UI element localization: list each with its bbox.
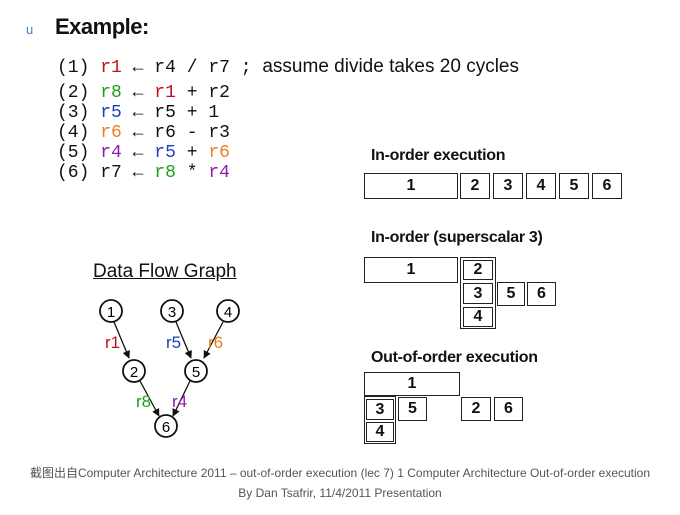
operator: + [186, 103, 198, 123]
assign-arrow: ← [132, 103, 144, 123]
code-line-5: (5) r4 ← r5 + r6 [57, 143, 230, 163]
superscalar-cell-6: 6 [527, 282, 556, 306]
source-operand: r3 [208, 123, 230, 143]
data-flow-graph: r1 r5 r6 r8 r4 1 3 4 2 5 6 [99, 299, 240, 438]
operator: + [186, 83, 198, 103]
code-comment: assume divide takes 20 cycles [262, 56, 519, 77]
assign-arrow: ← [132, 123, 144, 143]
svg-text:5: 5 [192, 364, 200, 381]
code-line-3: (3) r5 ← r5 + 1 [57, 103, 219, 123]
code-line-2: (2) r8 ← r1 + r2 [57, 83, 230, 103]
superscalar-cell-4: 4 [463, 307, 493, 327]
source-operand: r8 [154, 163, 176, 183]
ooo-cell-1: 1 [364, 372, 460, 396]
line-number: (1) [57, 58, 90, 78]
line-number: (2) [57, 83, 90, 103]
dfg-node-2: 2 [122, 359, 146, 383]
source-operand: r4 [208, 163, 230, 183]
svg-text:6: 6 [162, 419, 170, 436]
source-operand: r6 [154, 123, 176, 143]
source-operand: r1 [154, 83, 176, 103]
dfg-edge-label-r8: r8 [136, 392, 151, 411]
source-operand: r6 [208, 143, 230, 163]
dfg-title: Data Flow Graph [93, 261, 237, 282]
dfg-node-5: 5 [184, 359, 208, 383]
superscalar-cell-3: 3 [463, 283, 493, 304]
inorder-cell-3: 3 [493, 173, 523, 199]
superscalar-cell-5: 5 [497, 282, 525, 306]
dfg-node-4: 4 [216, 299, 240, 323]
caption-line-2: By Dan Tsafrir, 11/4/2011 Presentation [238, 486, 442, 500]
code-line-6: (6) r7 ← r8 * r4 [57, 163, 230, 183]
dfg-node-6: 6 [154, 414, 178, 438]
inorder-cell-4: 4 [526, 173, 556, 199]
code-line-4: (4) r6 ← r6 - r3 [57, 123, 230, 143]
inorder-cell-6: 6 [592, 173, 622, 199]
dest-register: r6 [100, 123, 122, 143]
ooo-cell-3: 3 [366, 399, 394, 420]
dest-register: r5 [100, 103, 122, 123]
inorder-cell-2: 2 [460, 173, 490, 199]
line-number: (4) [57, 123, 90, 143]
line-number: (5) [57, 143, 90, 163]
operator: - [186, 123, 198, 143]
line-number: (6) [57, 163, 90, 183]
ooo-cell-4: 4 [366, 422, 394, 442]
source-operand: r4 [154, 58, 176, 78]
ooo-cell-6: 6 [494, 397, 523, 421]
dest-register: r1 [100, 58, 122, 78]
source-operand: 1 [208, 103, 220, 123]
assign-arrow: ← [132, 163, 144, 183]
dfg-node-1: 1 [99, 299, 123, 323]
dest-register: r7 [100, 163, 122, 183]
source-operand: r5 [154, 103, 176, 123]
dfg-edge-label-r6: r6 [208, 333, 223, 352]
assign-arrow: ← [132, 58, 144, 78]
operator: / [186, 58, 198, 78]
svg-text:1: 1 [107, 304, 115, 321]
bullet-marker: u [26, 22, 34, 37]
dest-register: r8 [100, 83, 122, 103]
ooo-title: Out-of-order execution [371, 349, 538, 366]
inorder-cell-1: 1 [364, 173, 458, 199]
line-number: (3) [57, 103, 90, 123]
code-line-1: (1) r1 ← r4 / r7 ; assume divide takes 2… [57, 56, 519, 79]
superscalar-cell-2: 2 [463, 260, 493, 280]
dfg-edge-label-r5: r5 [166, 333, 181, 352]
operator: + [186, 143, 198, 163]
source-operand: r7 [208, 58, 230, 78]
semicolon: ; [240, 58, 252, 78]
inorder-cell-5: 5 [559, 173, 589, 199]
dest-register: r4 [100, 143, 122, 163]
ooo-cell-2: 2 [461, 397, 491, 421]
dfg-node-3: 3 [160, 299, 184, 323]
source-operand: r5 [154, 143, 176, 163]
superscalar-cell-1: 1 [364, 257, 458, 283]
dfg-edge-label-r4: r4 [172, 392, 187, 411]
assign-arrow: ← [132, 83, 144, 103]
superscalar-title: In-order (superscalar 3) [371, 229, 543, 246]
operator: * [186, 163, 198, 183]
svg-text:4: 4 [224, 304, 232, 321]
caption-line-1: 截图出自Computer Architecture 2011 – out-of-… [29, 466, 651, 480]
assign-arrow: ← [132, 143, 144, 163]
slide-heading: Example: [55, 14, 149, 39]
ooo-cell-5: 5 [398, 397, 427, 421]
svg-text:3: 3 [168, 304, 176, 321]
source-operand: r2 [208, 83, 230, 103]
dfg-edge-label-r1: r1 [105, 333, 120, 352]
svg-text:2: 2 [130, 364, 138, 381]
inorder-title: In-order execution [371, 147, 506, 164]
